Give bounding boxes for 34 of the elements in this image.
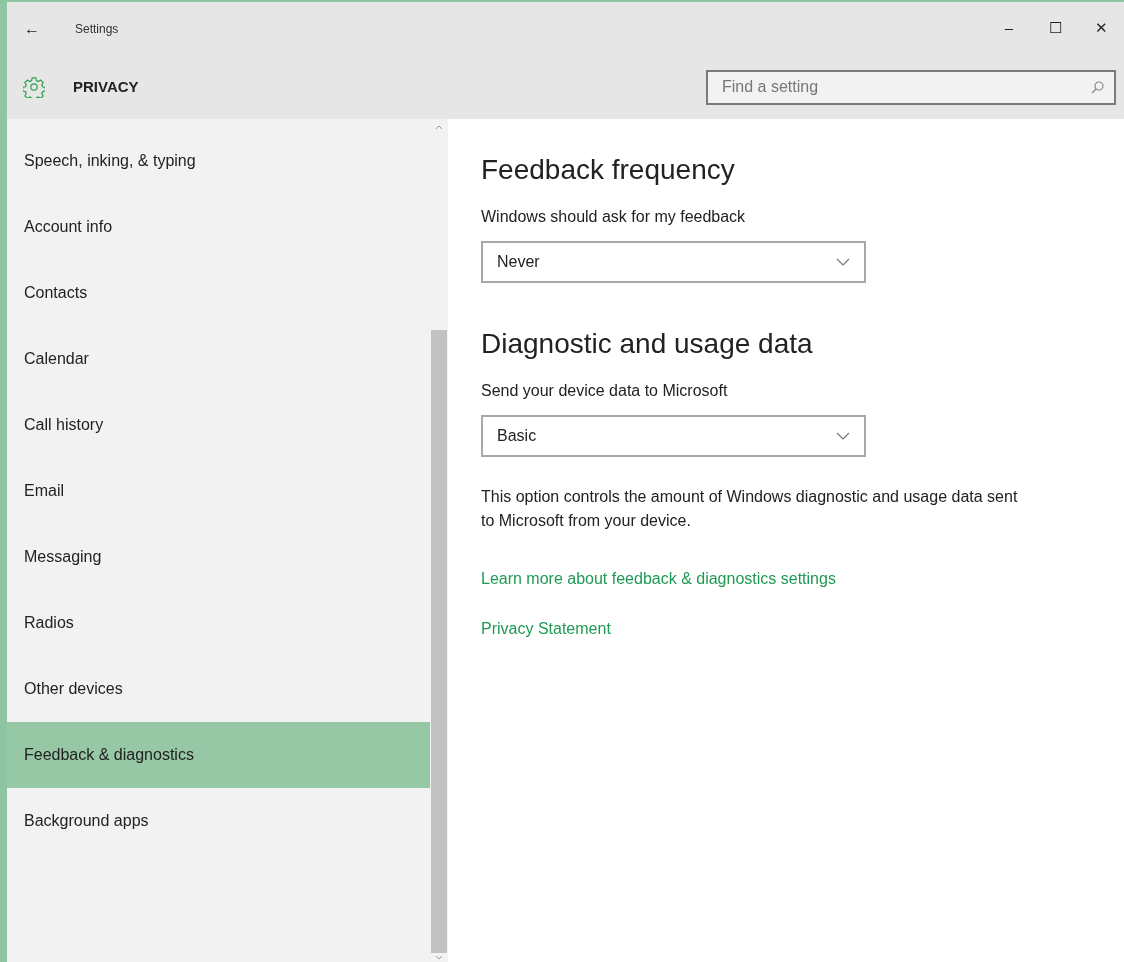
sidebar-item[interactable]: Messaging: [7, 524, 430, 590]
field-label: Windows should ask for my feedback: [481, 207, 747, 227]
link[interactable]: Privacy Statement: [481, 617, 611, 641]
page-title: PRIVACY: [73, 76, 139, 97]
scroll-up-icon[interactable]: [435, 125, 443, 130]
sidebar-item[interactable]: Speech, inking, & typing: [7, 128, 430, 194]
search-icon: [1091, 80, 1104, 94]
scroll-down-icon[interactable]: [435, 955, 443, 960]
minimize-button[interactable]: –: [986, 8, 1032, 49]
dropdown[interactable]: Basic: [481, 415, 866, 457]
back-button[interactable]: ←: [7, 16, 57, 41]
link[interactable]: Learn more about feedback & diagnostics settings: [481, 567, 836, 591]
gear-icon: [23, 76, 45, 98]
window-title: Settings: [75, 20, 119, 38]
search-field[interactable]: Find a setting: [706, 69, 1116, 105]
sidebar-item[interactable]: Email: [7, 458, 430, 524]
sidebar-item[interactable]: Call history: [7, 392, 430, 458]
chevron-down-icon: [836, 258, 850, 266]
scrollbar-thumb[interactable]: [431, 330, 447, 953]
sidebar-item[interactable]: Other devices: [7, 656, 430, 722]
sidebar-item[interactable]: Account info: [7, 194, 430, 260]
maximize-button[interactable]: ☐: [1032, 8, 1078, 49]
sidebar-item[interactable]: Calendar: [7, 326, 430, 392]
close-button[interactable]: ✕: [1078, 8, 1124, 49]
sidebar-item[interactable]: Background apps: [7, 788, 430, 854]
dropdown[interactable]: Never: [481, 241, 866, 283]
chevron-down-icon: [836, 432, 850, 440]
sidebar-item[interactable]: Contacts: [7, 260, 430, 326]
field-label: Send your device data to Microsoft: [481, 381, 729, 401]
section-heading: Diagnostic and usage data: [481, 327, 814, 361]
description-text: This option controls the amount of Windows diagnostic and usage data sent to Microsoft from your device.: [481, 487, 1019, 531]
sidebar-item[interactable]: Feedback & diagnostics: [7, 722, 430, 788]
section-heading: Feedback frequency: [481, 153, 736, 187]
sidebar-item[interactable]: Radios: [7, 590, 430, 656]
